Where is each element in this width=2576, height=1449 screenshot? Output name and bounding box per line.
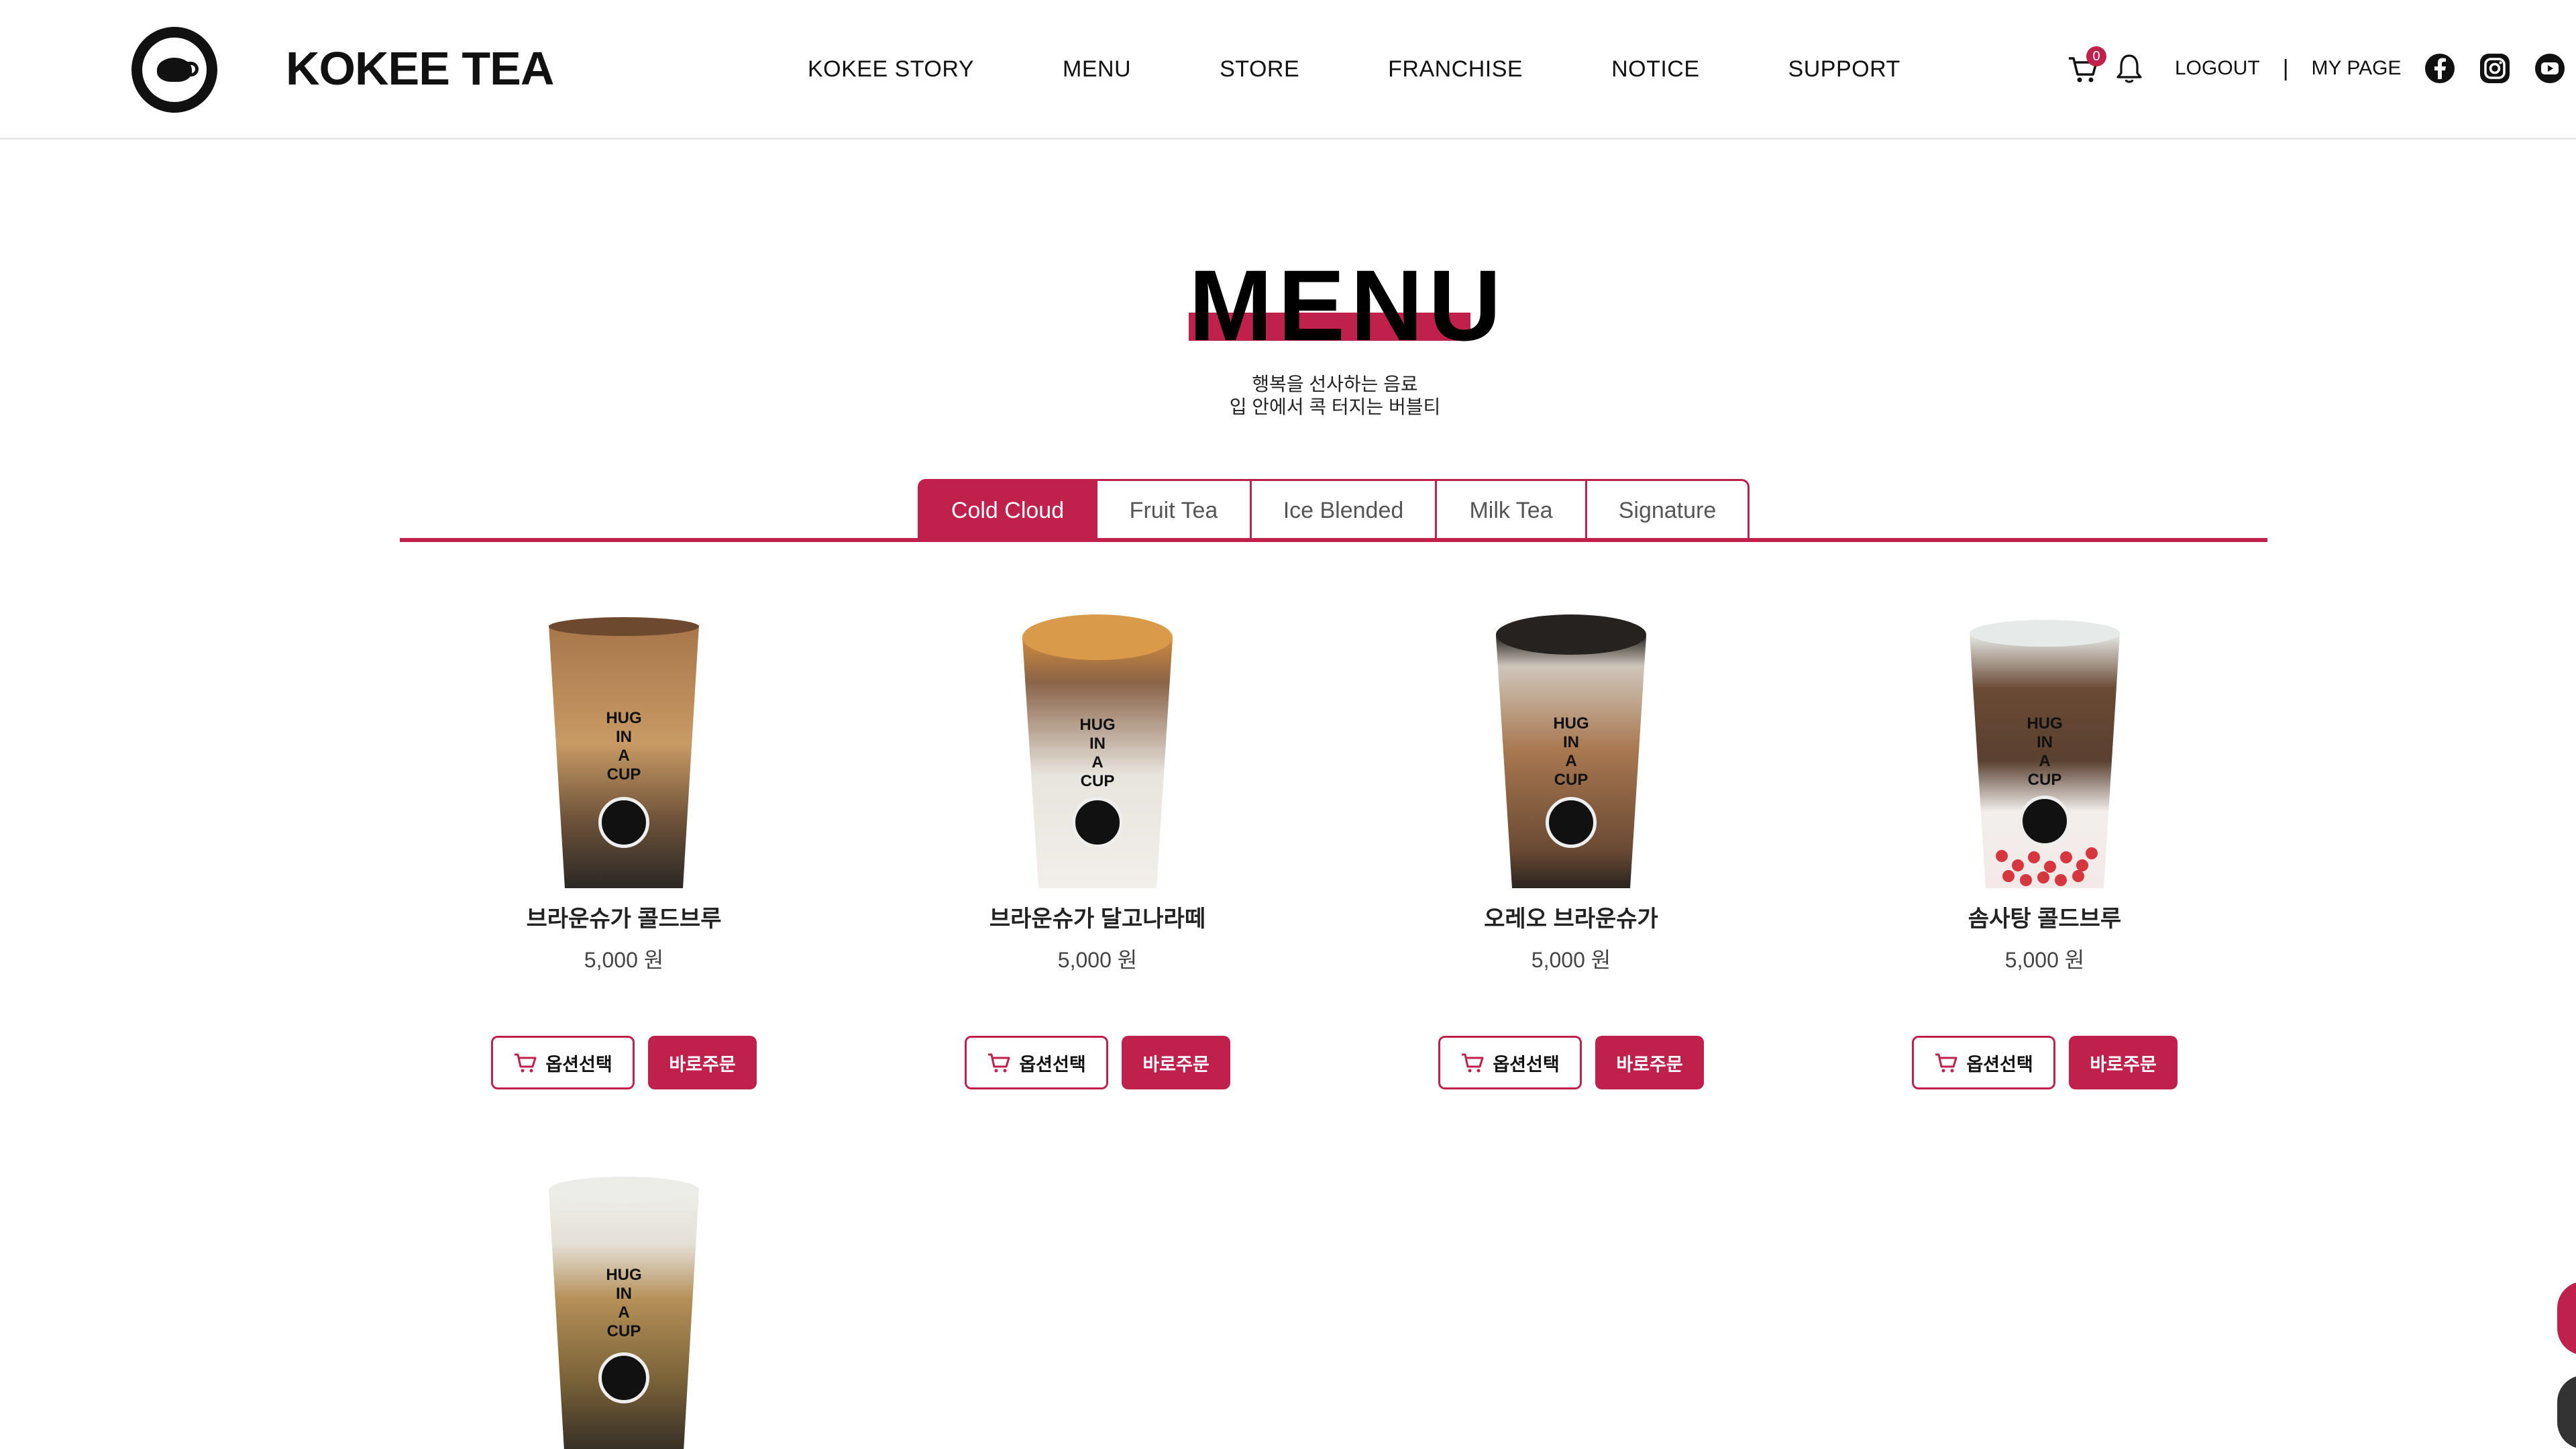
- select-option-button[interactable]: 옵션선택: [1912, 1036, 2055, 1089]
- cup-logo-icon: [598, 1352, 649, 1403]
- nav-kokee-story[interactable]: KOKEE STORY: [808, 56, 974, 83]
- cart-icon: [1935, 1053, 1957, 1073]
- select-option-button[interactable]: 옵션선택: [965, 1036, 1108, 1089]
- cart-count-badge: 0: [2086, 46, 2106, 66]
- tab-milk-tea[interactable]: Milk Tea: [1437, 479, 1587, 541]
- select-option-button[interactable]: 옵션선택: [1438, 1036, 1582, 1089]
- cart-icon: [988, 1053, 1010, 1073]
- product-price: 5,000 원: [584, 948, 664, 972]
- bell-icon[interactable]: [2114, 52, 2144, 85]
- nav-support[interactable]: SUPPORT: [1788, 56, 1900, 83]
- floating-action-button[interactable]: [2557, 1281, 2576, 1355]
- product-name[interactable]: 오레오 브라운슈가: [1417, 900, 1725, 933]
- tab-fruit-tea[interactable]: Fruit Tea: [1097, 479, 1252, 541]
- youtube-icon[interactable]: [2534, 52, 2566, 85]
- main-nav: KOKEE STORY MENU STORE FRANCHISE NOTICE …: [808, 56, 1900, 83]
- cart-button[interactable]: 0: [2066, 46, 2106, 85]
- product-price: 5,000 원: [1531, 948, 1611, 972]
- brand-name[interactable]: KOKEE TEA: [286, 42, 554, 95]
- product-name[interactable]: 솜사탕 콜드브루: [1890, 900, 2199, 933]
- tabs-divider: [400, 538, 2267, 542]
- product-price: 5,000 원: [1057, 948, 1138, 972]
- logout-link[interactable]: LOGOUT: [2175, 57, 2260, 80]
- buy-now-button[interactable]: 바로주문: [1122, 1036, 1230, 1089]
- kokee-logo-icon[interactable]: [131, 27, 217, 113]
- product-image[interactable]: [1417, 610, 1725, 892]
- tab-ice-blended[interactable]: Ice Blended: [1252, 479, 1437, 541]
- buy-now-button[interactable]: 바로주문: [648, 1036, 757, 1089]
- buy-now-button[interactable]: 바로주문: [1595, 1036, 1704, 1089]
- select-option-button[interactable]: 옵션선택: [491, 1036, 635, 1089]
- cup-logo-icon: [2019, 796, 2070, 847]
- floating-scroll-button[interactable]: [2557, 1375, 2576, 1449]
- mypage-link[interactable]: MY PAGE: [2312, 57, 2402, 80]
- cart-icon: [1462, 1053, 1484, 1073]
- product-card: HUG IN A CUP: [470, 1167, 778, 1449]
- nav-notice[interactable]: NOTICE: [1611, 56, 1699, 83]
- menu-category-tabs: Cold Cloud Fruit Tea Ice Blended Milk Te…: [918, 479, 1750, 541]
- product-price: 5,000 원: [2004, 948, 2085, 972]
- product-image[interactable]: [1890, 610, 2199, 892]
- nav-store[interactable]: STORE: [1220, 56, 1299, 83]
- page-title-block: MENU: [1189, 249, 1507, 362]
- nav-franchise[interactable]: FRANCHISE: [1388, 56, 1523, 83]
- cup-logo-icon: [1546, 797, 1597, 848]
- page-subtitle: 행복을 선사하는 음료 입 안에서 콕 터지는 버블티: [1229, 374, 1441, 417]
- header-tools: 0 LOGOUT | MY PAGE: [2066, 46, 2566, 89]
- instagram-icon[interactable]: [2479, 52, 2511, 85]
- facebook-icon[interactable]: [2424, 52, 2456, 85]
- tab-cold-cloud[interactable]: Cold Cloud: [918, 479, 1097, 541]
- site-header: KOKEE TEA KOKEE STORY MENU STORE FRANCHI…: [0, 0, 2576, 140]
- product-name[interactable]: 브라운슈가 콜드브루: [470, 900, 778, 933]
- cart-icon: [515, 1053, 537, 1073]
- cup-logo-icon: [1072, 797, 1123, 848]
- tab-signature[interactable]: Signature: [1587, 479, 1750, 541]
- buy-now-button[interactable]: 바로주문: [2069, 1036, 2178, 1089]
- product-name[interactable]: 브라운슈가 달고나라떼: [943, 900, 1252, 933]
- separator: |: [2282, 55, 2289, 81]
- nav-menu[interactable]: MENU: [1063, 56, 1131, 83]
- cup-logo-icon: [598, 797, 649, 848]
- page-title: MENU: [1189, 249, 1507, 362]
